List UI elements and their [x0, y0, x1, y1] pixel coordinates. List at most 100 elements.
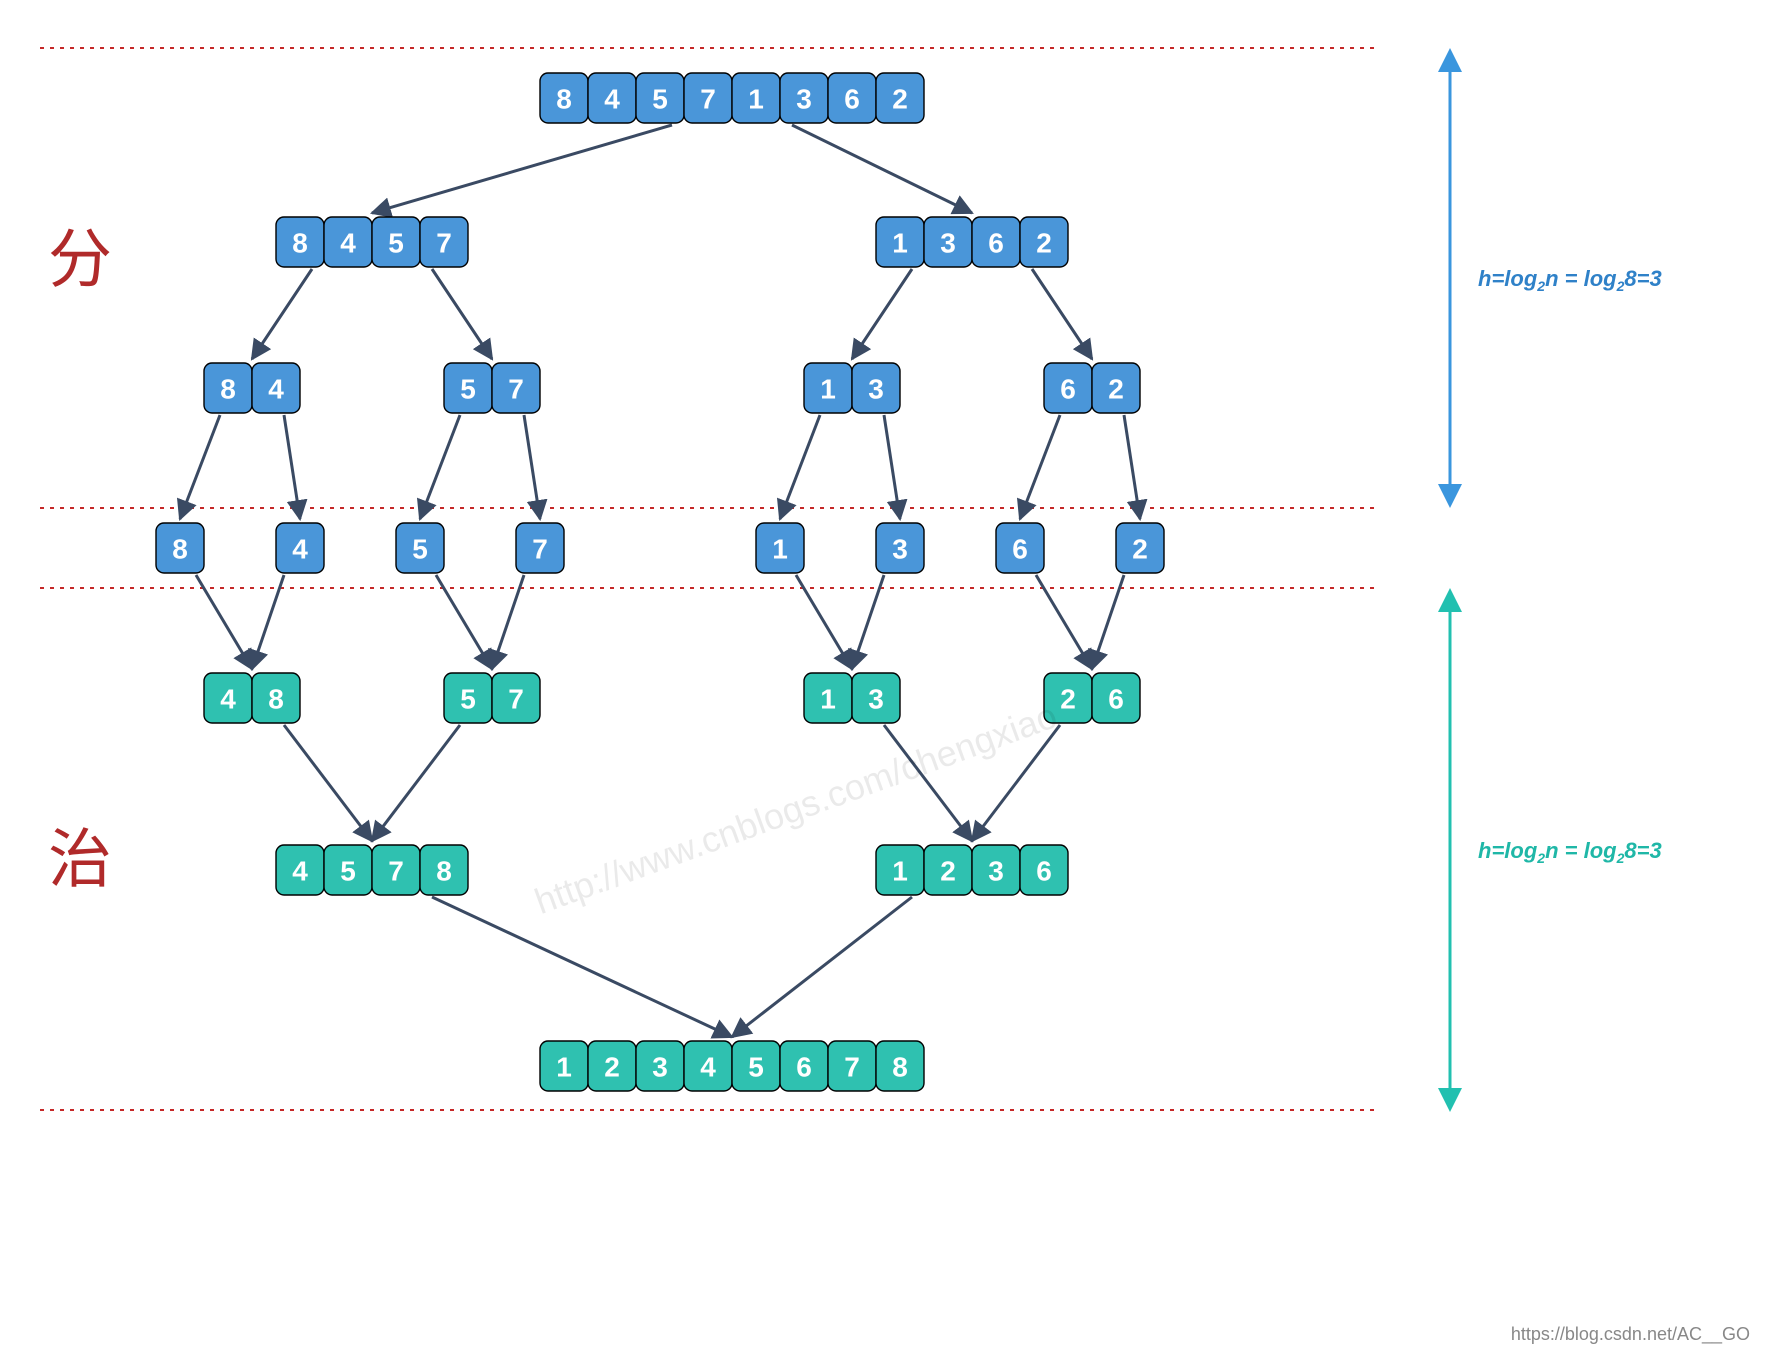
array-value: 5	[388, 228, 404, 259]
array-value: 7	[436, 228, 452, 259]
conquer-node: 1 2 3 6	[876, 845, 1068, 895]
edge-arrow	[436, 575, 492, 669]
edge-arrow	[180, 415, 220, 519]
array-value: 2	[1060, 684, 1076, 715]
section-dividers	[40, 48, 1380, 1110]
array-value: 1	[892, 228, 908, 259]
divide-node: 7	[516, 523, 564, 573]
array-value: 4	[292, 534, 308, 565]
divide-node: 13	[804, 363, 900, 413]
array-value: 6	[1012, 534, 1028, 565]
edge-arrow	[372, 725, 460, 841]
array-value: 3	[940, 228, 956, 259]
conquer-node: 13	[804, 673, 900, 723]
array-value: 2	[940, 856, 956, 887]
array-value: 3	[892, 534, 908, 565]
array-value: 7	[508, 684, 524, 715]
edge-arrow	[1036, 575, 1092, 669]
divide-node: 2	[1116, 523, 1164, 573]
edge-arrow	[732, 897, 912, 1037]
array-value: 2	[604, 1052, 620, 1083]
array-value: 2	[1036, 228, 1052, 259]
array-value: 4	[604, 84, 620, 115]
tree-nodes: 8457136284571362845713628457136248571326…	[156, 73, 1164, 1091]
edge-arrow	[284, 415, 300, 519]
array-value: 1	[556, 1052, 572, 1083]
array-value: 4	[268, 374, 284, 405]
array-value: 1	[820, 684, 836, 715]
array-value: 8	[172, 534, 188, 565]
array-value: 5	[460, 684, 476, 715]
array-value: 1	[820, 374, 836, 405]
array-value: 7	[532, 534, 548, 565]
array-value: 1	[772, 534, 788, 565]
array-value: 8	[892, 1052, 908, 1083]
edge-arrow	[372, 125, 672, 213]
edge-arrow	[1020, 415, 1060, 519]
array-value: 1	[748, 84, 764, 115]
array-value: 3	[868, 374, 884, 405]
edge-arrow	[252, 575, 284, 669]
edge-arrow	[252, 269, 312, 359]
array-value: 4	[700, 1052, 716, 1083]
edge-arrow	[792, 125, 972, 213]
array-value: 3	[988, 856, 1004, 887]
array-value: 2	[1132, 534, 1148, 565]
array-value: 3	[868, 684, 884, 715]
array-value: 2	[1108, 374, 1124, 405]
divide-node: 1	[756, 523, 804, 573]
array-value: 5	[412, 534, 428, 565]
edge-arrow	[1124, 415, 1140, 519]
array-value: 8	[220, 374, 236, 405]
edge-arrow	[1032, 269, 1092, 359]
array-value: 4	[220, 684, 236, 715]
edge-arrow	[524, 415, 540, 519]
conquer-label: 治	[48, 825, 112, 896]
array-value: 7	[700, 84, 716, 115]
conquer-node: 1 2 3 4 5 6 7 8	[540, 1041, 924, 1091]
height-formula: h=log2n = log28=3	[1478, 266, 1662, 295]
array-value: 4	[292, 856, 308, 887]
array-value: 3	[652, 1052, 668, 1083]
array-value: 7	[388, 856, 404, 887]
conquer-node: 48	[204, 673, 300, 723]
divide-node: 57	[444, 363, 540, 413]
divide-node: 6	[996, 523, 1044, 573]
array-value: 3	[796, 84, 812, 115]
array-value: 6	[796, 1052, 812, 1083]
divide-node: 4	[276, 523, 324, 573]
divide-node: 8	[156, 523, 204, 573]
edge-arrow	[196, 575, 252, 669]
edge-arrow	[284, 725, 372, 841]
array-value: 5	[652, 84, 668, 115]
edge-arrow	[852, 269, 912, 359]
array-value: 7	[844, 1052, 860, 1083]
array-value: 1	[892, 856, 908, 887]
array-value: 8	[556, 84, 572, 115]
divide-label: 分	[48, 225, 112, 296]
array-value: 6	[1108, 684, 1124, 715]
array-value: 6	[988, 228, 1004, 259]
array-value: 6	[844, 84, 860, 115]
array-value: 8	[436, 856, 452, 887]
edge-arrow	[852, 575, 884, 669]
array-value: 6	[1060, 374, 1076, 405]
watermark-corner: https://blog.csdn.net/AC__GO	[1511, 1324, 1750, 1345]
array-value: 5	[748, 1052, 764, 1083]
height-formula: h=log2n = log28=3	[1478, 838, 1662, 867]
conquer-node: 57	[444, 673, 540, 723]
edge-arrow	[492, 575, 524, 669]
edge-arrow	[780, 415, 820, 519]
divide-node: 1 3 6 2	[876, 217, 1068, 267]
array-value: 6	[1036, 856, 1052, 887]
divide-node: 8 4 5 7	[276, 217, 468, 267]
array-value: 5	[460, 374, 476, 405]
array-value: 4	[340, 228, 356, 259]
array-value: 7	[508, 374, 524, 405]
array-value: 8	[268, 684, 284, 715]
divide-node: 5	[396, 523, 444, 573]
array-value: 8	[292, 228, 308, 259]
divide-node: 84	[204, 363, 300, 413]
edge-arrow	[420, 415, 460, 519]
divide-node: 84571362	[540, 73, 924, 123]
